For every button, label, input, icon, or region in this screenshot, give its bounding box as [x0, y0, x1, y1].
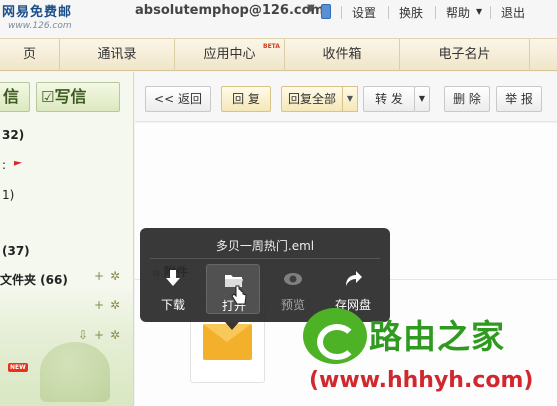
- gear-icon[interactable]: ✲: [110, 298, 120, 312]
- logout-link[interactable]: 退出: [501, 4, 525, 21]
- sidebar-item-drafts[interactable]: 1): [2, 188, 14, 202]
- left-sidebar: 信 ☑写信 32) : 1) (37) 文件夹 (66) + ✲ + ✲ ⇩ +…: [0, 72, 134, 406]
- divider: [150, 258, 380, 259]
- add-icon[interactable]: +: [94, 298, 104, 312]
- add-icon[interactable]: +: [94, 328, 104, 342]
- download-label: 下载: [160, 298, 185, 312]
- account-email[interactable]: absolutemphop@126.com: [135, 3, 324, 18]
- delete-button[interactable]: 删 除: [444, 86, 490, 112]
- reply-all-dropdown-icon[interactable]: ▼: [342, 86, 358, 112]
- tab-inbox[interactable]: 收件箱: [285, 39, 400, 71]
- gear-icon[interactable]: ✲: [110, 328, 120, 342]
- settings-link[interactable]: 设置: [352, 4, 376, 21]
- forward-button[interactable]: 转 发: [363, 86, 415, 112]
- eye-icon: [284, 273, 302, 285]
- logo-title: 网易免费邮: [2, 5, 73, 20]
- report-button[interactable]: 举 报: [496, 86, 542, 112]
- gear-icon[interactable]: ✲: [110, 269, 120, 283]
- main-nav: 页 通讯录 应用中心 BETA 收件箱 电子名片: [0, 38, 557, 71]
- sidebar-item-group[interactable]: (37): [2, 244, 30, 258]
- receive-mail-button[interactable]: 信: [0, 82, 30, 112]
- reply-all-button[interactable]: 回复全部: [281, 86, 343, 112]
- preview-button[interactable]: 预览: [266, 264, 320, 314]
- add-folder-icon[interactable]: +: [94, 269, 104, 283]
- watermark-name: 路由之家: [369, 317, 505, 356]
- back-button[interactable]: << 返回: [145, 86, 211, 112]
- divider: [435, 6, 436, 19]
- beta-badge: BETA: [263, 43, 280, 50]
- tab-contacts[interactable]: 通讯录: [60, 39, 175, 71]
- watermark: 路由之家 (www.hhhyh.com): [303, 308, 557, 406]
- sidebar-decoration-plant: [40, 342, 110, 402]
- help-link[interactable]: 帮助: [446, 4, 470, 21]
- watermark-url: (www.hhhyh.com): [309, 368, 534, 393]
- watermark-logo-icon: [303, 308, 367, 364]
- tab-app-center-label: 应用中心: [203, 47, 256, 62]
- red-flag-icon: [14, 161, 22, 166]
- reply-button[interactable]: 回 复: [221, 86, 271, 112]
- download-icon: [166, 270, 180, 286]
- compose-icon: ☑: [41, 88, 55, 106]
- mobile-icon[interactable]: [321, 4, 331, 19]
- divider: [388, 6, 389, 19]
- tab-business-card[interactable]: 电子名片: [400, 39, 530, 71]
- forward-dropdown-icon[interactable]: ▼: [414, 86, 430, 112]
- attachment-filename: 多贝一周热门.eml: [215, 239, 315, 253]
- hand-cursor-icon: [231, 285, 247, 305]
- compose-label: 写信: [54, 87, 87, 106]
- new-badge: NEW: [8, 363, 28, 372]
- save-to-cloud-button[interactable]: 存网盘: [326, 264, 380, 314]
- divider: [490, 6, 491, 19]
- sidebar-item-folders[interactable]: 文件夹 (66): [0, 271, 68, 288]
- open-button[interactable]: 打开: [206, 264, 260, 314]
- mail-toolbar: << 返回 回 复 回复全部 ▼ 转 发 ▼ 删 除 举 报: [135, 72, 557, 122]
- share-arrow-icon: [346, 271, 362, 286]
- tab-home[interactable]: 页: [0, 39, 60, 71]
- tab-app-center[interactable]: 应用中心 BETA: [175, 39, 285, 71]
- sidebar-item-flagged[interactable]: :: [2, 158, 6, 172]
- account-dropdown-icon[interactable]: ▼: [307, 3, 315, 14]
- sidebar-item-count[interactable]: 32): [2, 128, 24, 142]
- skin-link[interactable]: 换肤: [399, 4, 423, 21]
- help-dropdown-icon[interactable]: ▼: [476, 7, 482, 16]
- popover-pointer: [225, 322, 239, 330]
- logo-url: www.126.com: [8, 21, 72, 31]
- divider: [341, 6, 342, 19]
- compose-button[interactable]: ☑写信: [36, 82, 120, 112]
- download-button[interactable]: 下载: [146, 264, 200, 314]
- download-icon[interactable]: ⇩: [78, 328, 88, 342]
